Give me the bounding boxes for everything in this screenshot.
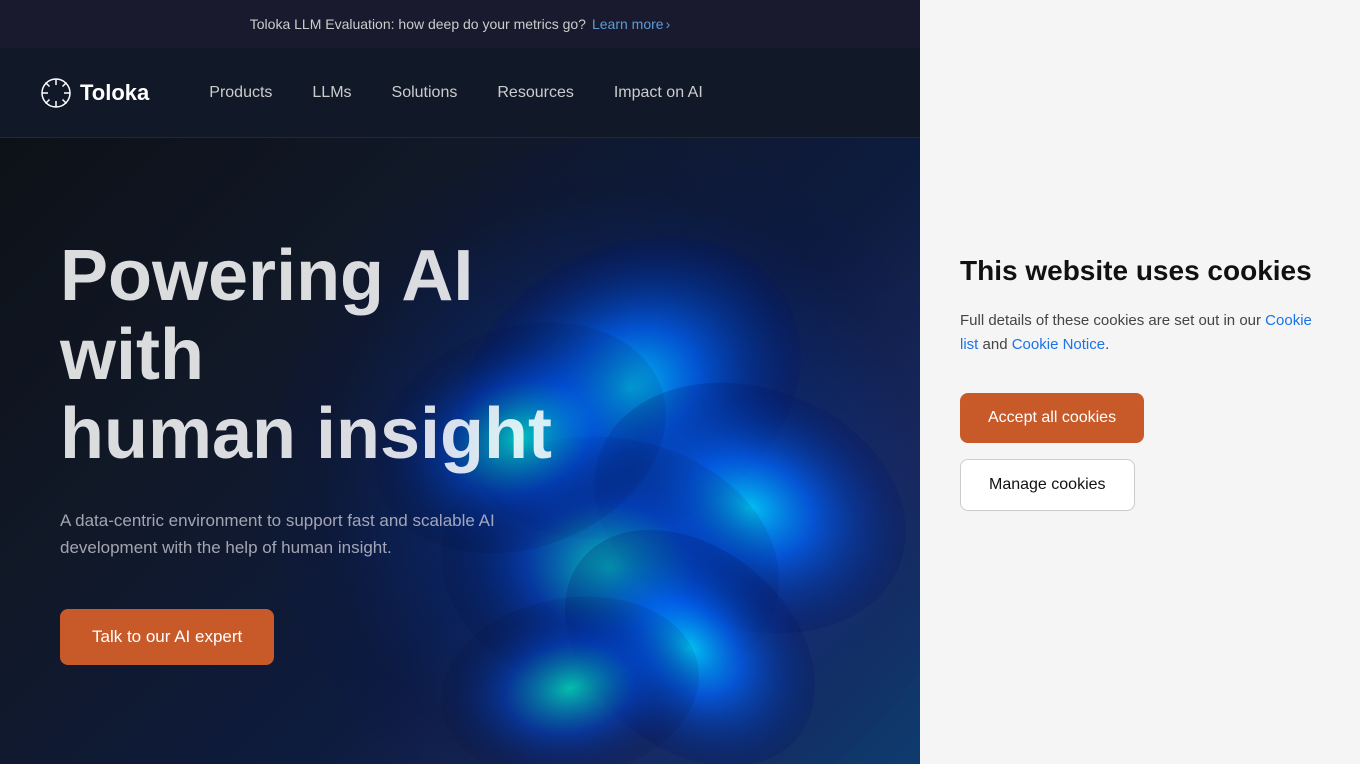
cookie-desc-text1: Full details of these cookies are set ou… xyxy=(960,312,1265,329)
cookie-description: Full details of these cookies are set ou… xyxy=(960,309,1320,357)
nav-impact-on-ai[interactable]: Impact on AI xyxy=(614,84,703,101)
cookie-desc-text3: . xyxy=(1105,336,1109,353)
cookie-panel: This website uses cookies Full details o… xyxy=(920,0,1360,764)
nav-links: Products LLMs Solutions Resources Impact… xyxy=(209,84,703,102)
site-left: Toloka LLM Evaluation: how deep do your … xyxy=(0,0,920,764)
logo-text: Toloka xyxy=(80,80,149,106)
announcement-text: Toloka LLM Evaluation: how deep do your … xyxy=(250,16,586,32)
cookie-desc-text2: and xyxy=(978,336,1011,353)
learn-more-label: Learn more xyxy=(592,16,664,32)
talk-to-expert-button[interactable]: Talk to our AI expert xyxy=(60,609,274,665)
learn-more-link[interactable]: Learn more › xyxy=(592,16,670,32)
accept-all-cookies-button[interactable]: Accept all cookies xyxy=(960,393,1144,443)
toloka-logo-icon xyxy=(40,77,72,109)
hero-subtitle: A data-centric environment to support fa… xyxy=(60,507,500,561)
hero-section: Powering AI with human insight A data-ce… xyxy=(0,138,920,764)
nav-llms[interactable]: LLMs xyxy=(312,84,351,101)
manage-cookies-button[interactable]: Manage cookies xyxy=(960,459,1135,511)
navbar: Toloka Products LLMs Solutions Resources… xyxy=(0,48,920,138)
logo[interactable]: Toloka xyxy=(40,77,149,109)
hero-content: Powering AI with human insight A data-ce… xyxy=(60,237,620,665)
hero-title-line2: human insight xyxy=(60,394,552,474)
cookie-buttons: Accept all cookies Manage cookies xyxy=(960,393,1320,511)
nav-products[interactable]: Products xyxy=(209,84,272,101)
hero-title-line1: Powering AI with xyxy=(60,236,473,395)
nav-solutions[interactable]: Solutions xyxy=(392,84,458,101)
announcement-bar: Toloka LLM Evaluation: how deep do your … xyxy=(0,0,920,48)
cookie-title: This website uses cookies xyxy=(960,253,1320,289)
hero-title: Powering AI with human insight xyxy=(60,237,620,475)
arrow-icon: › xyxy=(666,16,671,32)
cookie-notice-link[interactable]: Cookie Notice xyxy=(1012,336,1105,353)
nav-resources[interactable]: Resources xyxy=(497,84,573,101)
